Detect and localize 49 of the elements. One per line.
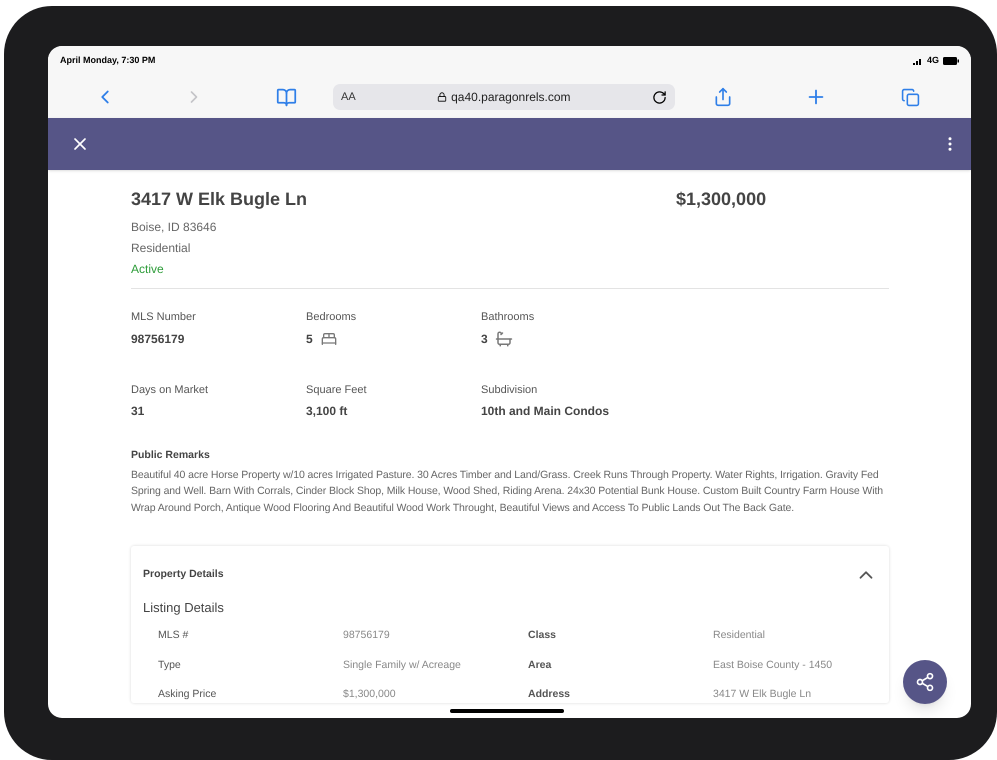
address-bar[interactable]: AA qa40.paragonrels.com xyxy=(333,84,675,110)
listing-address: 3417 W Elk Bugle Ln xyxy=(131,188,308,211)
battery-icon xyxy=(943,57,959,65)
fact-value: 3 xyxy=(481,330,488,348)
text-size-button[interactable]: AA xyxy=(341,88,356,106)
detail-label: Address xyxy=(528,687,572,702)
listing-status: Active xyxy=(131,261,165,278)
listing-type: Residential xyxy=(131,240,192,257)
bathtub-icon xyxy=(494,330,514,348)
remarks-text: Beautiful 40 acre Horse Property w/10 acres Irrigated Pasture. 30 Acres Timber and Land/Grass. Creek Runs Through Property. Water Rights, Irrigation. Gravity Fed Spring and Well. Barn With Corrals, Cinder Block Shop, Milk House, Wood Shed, Riding Arena. 24x30 Potential Bunk House. Custom Built Country Farm House With Wrap Around Porch, Antique Wood Flooring And Beautiful Wood Work Throught, Beautiful Views and Access To Public Lands Out The Back Gate. xyxy=(131,468,884,516)
fact-label: Bathrooms xyxy=(481,310,536,325)
details-header[interactable]: Property Details xyxy=(143,564,877,586)
detail-label: Class xyxy=(528,628,558,643)
share-nodes-icon xyxy=(915,672,935,692)
detail-value: Residential xyxy=(713,628,766,643)
bookmarks-icon[interactable] xyxy=(276,86,297,108)
fact-value: 3,100 ft xyxy=(306,403,348,420)
detail-label: Area xyxy=(528,658,552,672)
detail-value: 98756179 xyxy=(343,628,391,643)
remarks-title: Public Remarks xyxy=(131,448,211,463)
detail-label: MLS # xyxy=(158,628,190,643)
detail-value: 3417 W Elk Bugle Ln xyxy=(713,687,812,702)
fact-label: Bedrooms xyxy=(306,310,358,325)
detail-label: Asking Price xyxy=(158,687,218,702)
listing-city: Boise, ID 83646 xyxy=(131,219,218,236)
status-time: April Monday, 7:30 PM xyxy=(60,54,156,68)
lock-icon xyxy=(437,92,448,102)
tabs-icon[interactable] xyxy=(901,88,920,106)
listing-price: $1,300,000 xyxy=(676,188,766,211)
fact-value: 10th and Main Condos xyxy=(481,403,610,420)
bed-icon xyxy=(318,330,339,346)
fact-value: 31 xyxy=(131,403,144,420)
fact-label: Subdivision xyxy=(481,382,538,398)
detail-value: $1,300,000 xyxy=(343,687,397,702)
network-label: 4G xyxy=(926,54,939,68)
fact-value: 98756179 xyxy=(131,330,184,348)
url-text: qa40.paragonrels.com xyxy=(451,89,571,106)
fact-value: 5 xyxy=(306,330,313,348)
section-title: Listing Details xyxy=(143,599,225,618)
share-icon[interactable] xyxy=(713,87,733,107)
detail-value: East Boise County - 1450 xyxy=(713,658,834,672)
detail-label: Type xyxy=(158,658,182,672)
share-button[interactable] xyxy=(903,660,947,704)
reload-icon[interactable] xyxy=(652,90,667,104)
fact-label: Square Feet xyxy=(306,382,368,398)
signal-icon xyxy=(912,58,923,64)
detail-value: Single Family w/ Acreage xyxy=(343,658,462,672)
fact-label: MLS Number xyxy=(131,310,197,325)
fact-label: Days on Market xyxy=(131,382,210,398)
